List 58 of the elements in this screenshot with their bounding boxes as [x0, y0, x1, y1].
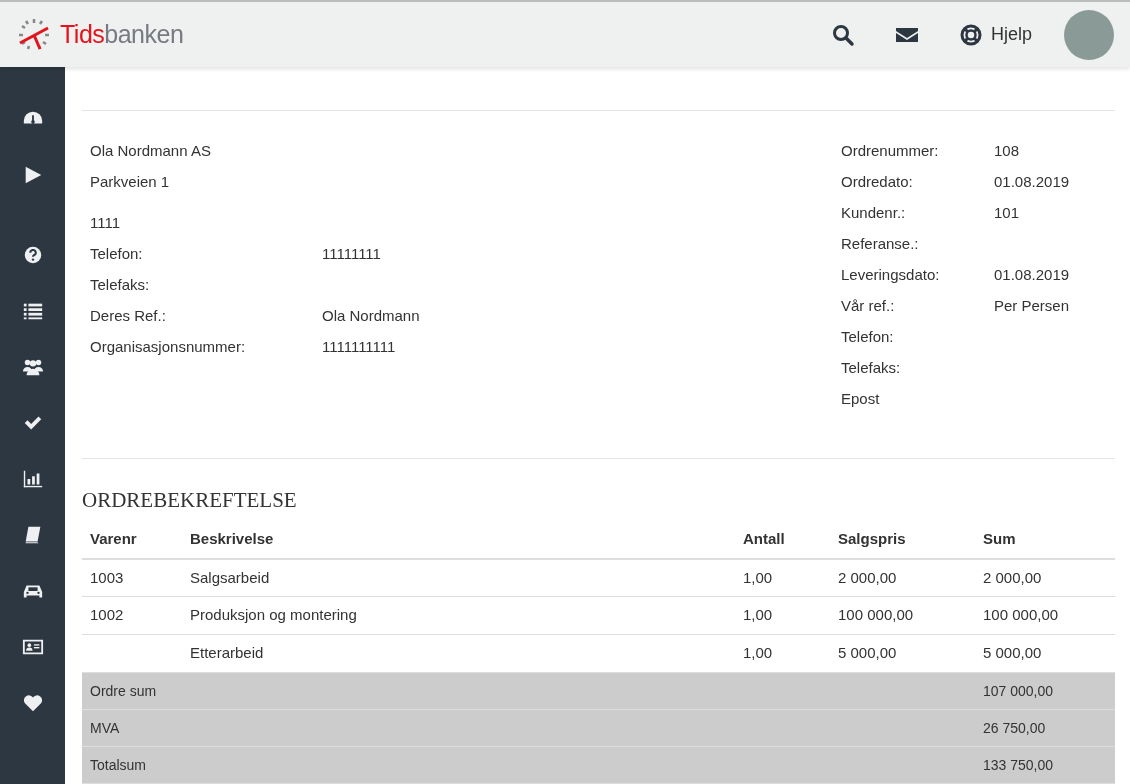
column-header: Beskrivelse	[182, 520, 735, 559]
field-value: 108	[994, 141, 1020, 161]
field-label: Organisasjonsnummer:	[90, 337, 247, 357]
table-cell: Etterarbeid	[182, 634, 735, 673]
field-label: Telefon:	[90, 244, 144, 264]
field-label: Telefaks:	[841, 358, 902, 378]
address-line: Ola Nordmann AS	[90, 142, 211, 159]
total-label: MVA	[82, 709, 975, 747]
field-label: Vår ref.:	[841, 296, 896, 316]
table-cell: 1,00	[735, 634, 830, 673]
field-label: Telefaks:	[90, 275, 151, 295]
field-value: 11111111	[322, 244, 381, 264]
table-cell: 5 000,00	[830, 634, 975, 673]
field-label: Deres Ref.:	[90, 306, 167, 326]
column-header: Varenr	[82, 520, 182, 559]
field-value: Ola Nordmann	[322, 306, 420, 326]
field-label: Referanse.:	[841, 234, 920, 254]
logo-text: Tidsbanken	[60, 22, 184, 47]
field-value: 101	[994, 203, 1020, 223]
table-cell: 1,00	[735, 596, 830, 635]
field-label: Telefon:	[841, 327, 895, 347]
table-cell: 100 000,00	[975, 596, 1115, 635]
search-icon	[830, 22, 855, 47]
column-header: Antall	[735, 520, 830, 559]
total-value: 107 000,00	[975, 672, 1115, 710]
table-cell: 1002	[82, 596, 182, 635]
table-cell: 1,00	[735, 558, 830, 597]
search-button[interactable]	[830, 22, 855, 47]
field-value: 01.08.2019	[994, 265, 1070, 285]
table-cell: 1003	[82, 558, 182, 597]
address-line: Parkveien 1	[90, 173, 170, 190]
total-value: 26 750,00	[975, 709, 1115, 747]
total-value: 133 750,00	[975, 746, 1115, 784]
heart-icon	[21, 692, 44, 714]
field-label: Ordrenummer:	[841, 141, 940, 161]
table-cell: 2 000,00	[830, 558, 975, 597]
field-label: Epost	[841, 389, 881, 409]
table-cell: Salgsarbeid	[182, 558, 735, 597]
field-label: Kundenr.:	[841, 203, 907, 223]
lifebuoy-icon	[958, 22, 983, 47]
document-title: ORDREBEKREFTELSE	[82, 487, 298, 514]
total-label: Ordre sum	[82, 672, 975, 710]
bar-chart-icon	[21, 468, 44, 490]
field-value: 1111111111	[322, 337, 396, 357]
field-label: Ordredato:	[841, 172, 914, 192]
field-value: 01.08.2019	[994, 172, 1070, 192]
address-line: 1111	[90, 214, 121, 231]
table-cell: 100 000,00	[830, 596, 975, 635]
table-cell: 5 000,00	[975, 634, 1115, 673]
avatar[interactable]	[1064, 9, 1114, 60]
field-value: Per Persen	[994, 296, 1070, 316]
help-link[interactable]: Hjelp	[958, 21, 1032, 48]
field-label: Leveringsdato:	[841, 265, 941, 285]
table-cell: Produksjon og montering	[182, 596, 735, 635]
column-header: Sum	[975, 520, 1115, 559]
total-label: Totalsum	[82, 746, 975, 784]
table-cell: 2 000,00	[975, 558, 1115, 597]
column-header: Salgspris	[830, 520, 975, 559]
